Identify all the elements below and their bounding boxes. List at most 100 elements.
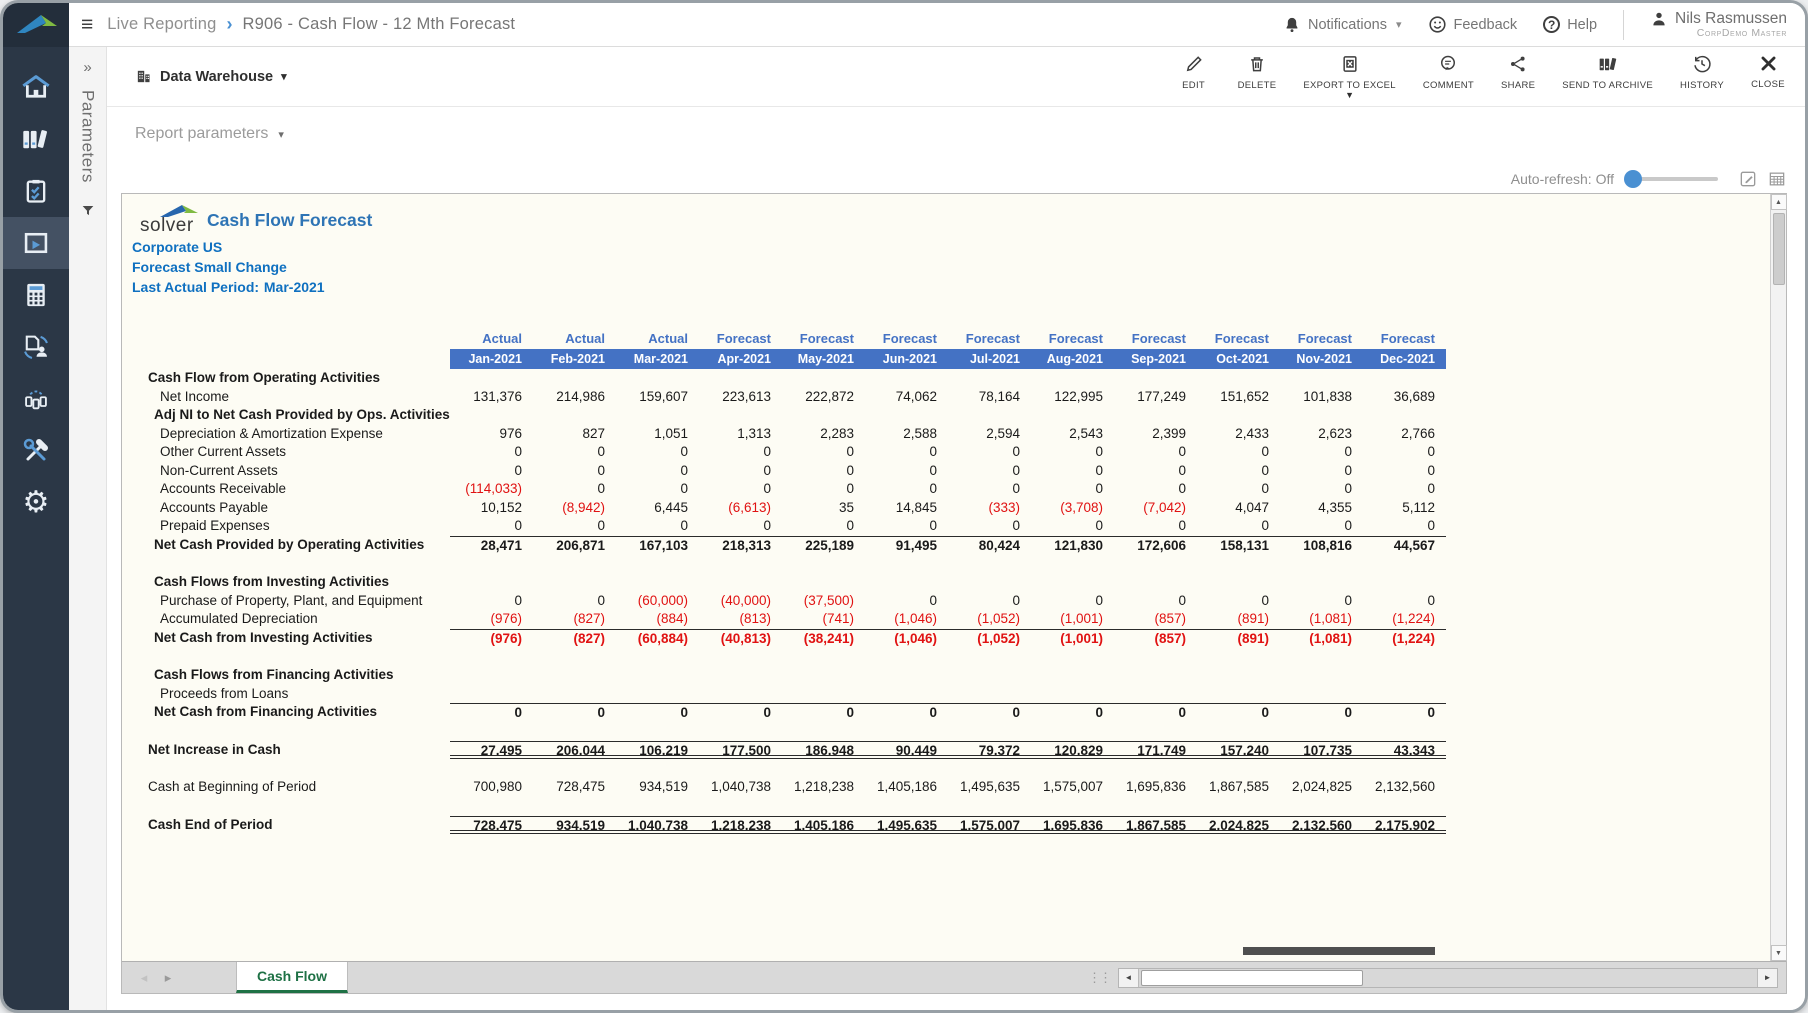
help-button[interactable]: ? Help: [1543, 16, 1597, 33]
column-month-6: Jul-2021: [948, 349, 1031, 369]
comment-button[interactable]: COMMENT: [1423, 54, 1474, 91]
table-cell: 0: [1197, 443, 1280, 462]
feedback-button[interactable]: Feedback: [1428, 15, 1518, 34]
table-cell: [782, 573, 865, 592]
table-cell: 0: [865, 592, 948, 611]
table-cell: 2,588: [865, 425, 948, 444]
auto-refresh-knob[interactable]: [1624, 170, 1642, 188]
comment-label: COMMENT: [1423, 80, 1474, 91]
table-cell: (827): [533, 610, 616, 629]
row-label: Cash End of Period: [132, 816, 450, 835]
edit-label: EDIT: [1182, 80, 1205, 91]
sidebar-item-settings[interactable]: ⚙: [3, 477, 69, 529]
grip-dots-icon[interactable]: ⋮⋮: [1088, 970, 1110, 986]
sidebar-item-collaboration[interactable]: [3, 321, 69, 373]
filter-funnel-icon[interactable]: [80, 203, 96, 224]
export-to-excel-button[interactable]: EXPORT TO EXCEL ▼: [1303, 54, 1396, 99]
auto-refresh-slider[interactable]: [1626, 177, 1718, 181]
table-cell: [616, 666, 699, 685]
table-cell: 1,867,585: [1197, 778, 1280, 797]
table-cell: [865, 573, 948, 592]
column-month-9: Oct-2021: [1197, 349, 1280, 369]
report-canvas: solver Cash Flow Forecast Corporate US F…: [122, 194, 1770, 961]
sheet-tabstrip: ◂ ▸ Cash Flow ⋮⋮ ◄ ►: [122, 961, 1786, 993]
close-button[interactable]: CLOSE: [1751, 54, 1785, 90]
chevron-down-icon: ▾: [1396, 18, 1402, 31]
sidebar-item-archive[interactable]: [3, 113, 69, 165]
send-to-archive-button[interactable]: SEND TO ARCHIVE: [1562, 54, 1653, 91]
hscroll-right-button[interactable]: ►: [1757, 969, 1777, 987]
smiley-icon: [1428, 15, 1447, 34]
vertical-scroll-thumb[interactable]: [1773, 213, 1785, 285]
breadcrumb-section[interactable]: Live Reporting: [107, 15, 216, 34]
sidebar-item-budgeting[interactable]: [3, 269, 69, 321]
scroll-up-button[interactable]: ▲: [1771, 194, 1787, 210]
chevron-down-icon: ▾: [278, 128, 284, 141]
sidebar-item-live-reporting[interactable]: [3, 217, 69, 269]
table-cell: (976): [450, 610, 533, 629]
delete-button[interactable]: DELETE: [1238, 54, 1277, 91]
sidebar-item-tasks[interactable]: [3, 165, 69, 217]
table-cell: 0: [1031, 462, 1114, 481]
sidebar-item-home[interactable]: [3, 61, 69, 113]
history-button[interactable]: HISTORY: [1680, 54, 1724, 91]
expand-panel-chevron[interactable]: »: [83, 59, 91, 76]
table-cell: [1197, 666, 1280, 685]
table-cell: 0: [533, 703, 616, 722]
sheet-next-button[interactable]: ▸: [156, 970, 180, 986]
table-cell: 108,816: [1280, 536, 1363, 555]
table-cell: 0: [1114, 592, 1197, 611]
sidebar-item-administration[interactable]: [3, 425, 69, 477]
sheet-prev-button[interactable]: ◂: [132, 970, 156, 986]
table-cell: 1,575,007: [1031, 778, 1114, 797]
delete-label: DELETE: [1238, 80, 1277, 91]
table-cell: [1363, 369, 1446, 388]
table-cell: 0: [699, 703, 782, 722]
table-cell: [1280, 573, 1363, 592]
edit-view-icon[interactable]: [1738, 169, 1758, 189]
table-cell: 2,024,825: [1280, 778, 1363, 797]
share-button[interactable]: SHARE: [1501, 54, 1535, 91]
table-cell: 106,219: [616, 741, 699, 760]
data-source-dropdown[interactable]: Data Warehouse ▾: [135, 68, 287, 85]
column-type-2: Actual: [616, 329, 699, 349]
horizontal-scrollbar[interactable]: ◄ ►: [1118, 968, 1778, 988]
table-cell: [699, 369, 782, 388]
inner-hscroll-dark-thumb[interactable]: [1243, 947, 1436, 955]
home-icon: [21, 73, 51, 101]
table-cell: 35: [782, 499, 865, 518]
table-cell: 0: [1031, 443, 1114, 462]
table-cell: [948, 666, 1031, 685]
table-cell: 1,040,738: [616, 816, 699, 835]
horizontal-scroll-thumb[interactable]: [1141, 970, 1363, 986]
table-cell: 159,607: [616, 388, 699, 407]
table-cell: 1,051: [616, 425, 699, 444]
table-cell: 2,283: [782, 425, 865, 444]
row-label: Non-Current Assets: [132, 462, 450, 481]
column-type-9: Forecast: [1197, 329, 1280, 349]
table-cell: 0: [450, 462, 533, 481]
scroll-down-button[interactable]: ▼: [1771, 945, 1787, 961]
sidebar-item-integrations[interactable]: [3, 373, 69, 425]
hscroll-left-button[interactable]: ◄: [1119, 969, 1139, 987]
table-cell: [1031, 685, 1114, 704]
table-cell: [948, 573, 1031, 592]
table-cell: 0: [1114, 462, 1197, 481]
table-cell: (857): [1114, 610, 1197, 629]
table-cell: 0: [1114, 443, 1197, 462]
edit-button[interactable]: EDIT: [1177, 54, 1211, 91]
table-cell: 0: [782, 443, 865, 462]
vertical-scrollbar[interactable]: ▲ ▼: [1770, 194, 1786, 961]
table-cell: [1031, 369, 1114, 388]
table-cell: 0: [948, 703, 1031, 722]
sheet-tab-cash-flow[interactable]: Cash Flow: [236, 962, 348, 993]
notifications-button[interactable]: Notifications ▾: [1283, 16, 1402, 34]
share-icon: [1508, 54, 1528, 74]
grid-view-icon[interactable]: [1767, 169, 1787, 189]
hamburger-menu-icon[interactable]: ≡: [79, 13, 107, 37]
table-cell: 1,495,635: [865, 816, 948, 835]
row-label: Adj NI to Net Cash Provided by Ops. Acti…: [132, 406, 450, 425]
app-logo[interactable]: [3, 3, 69, 47]
report-parameters-toggle[interactable]: Report parameters ▾: [135, 125, 1787, 143]
user-menu[interactable]: Nils Rasmussen CorpDemo Master: [1650, 10, 1787, 39]
